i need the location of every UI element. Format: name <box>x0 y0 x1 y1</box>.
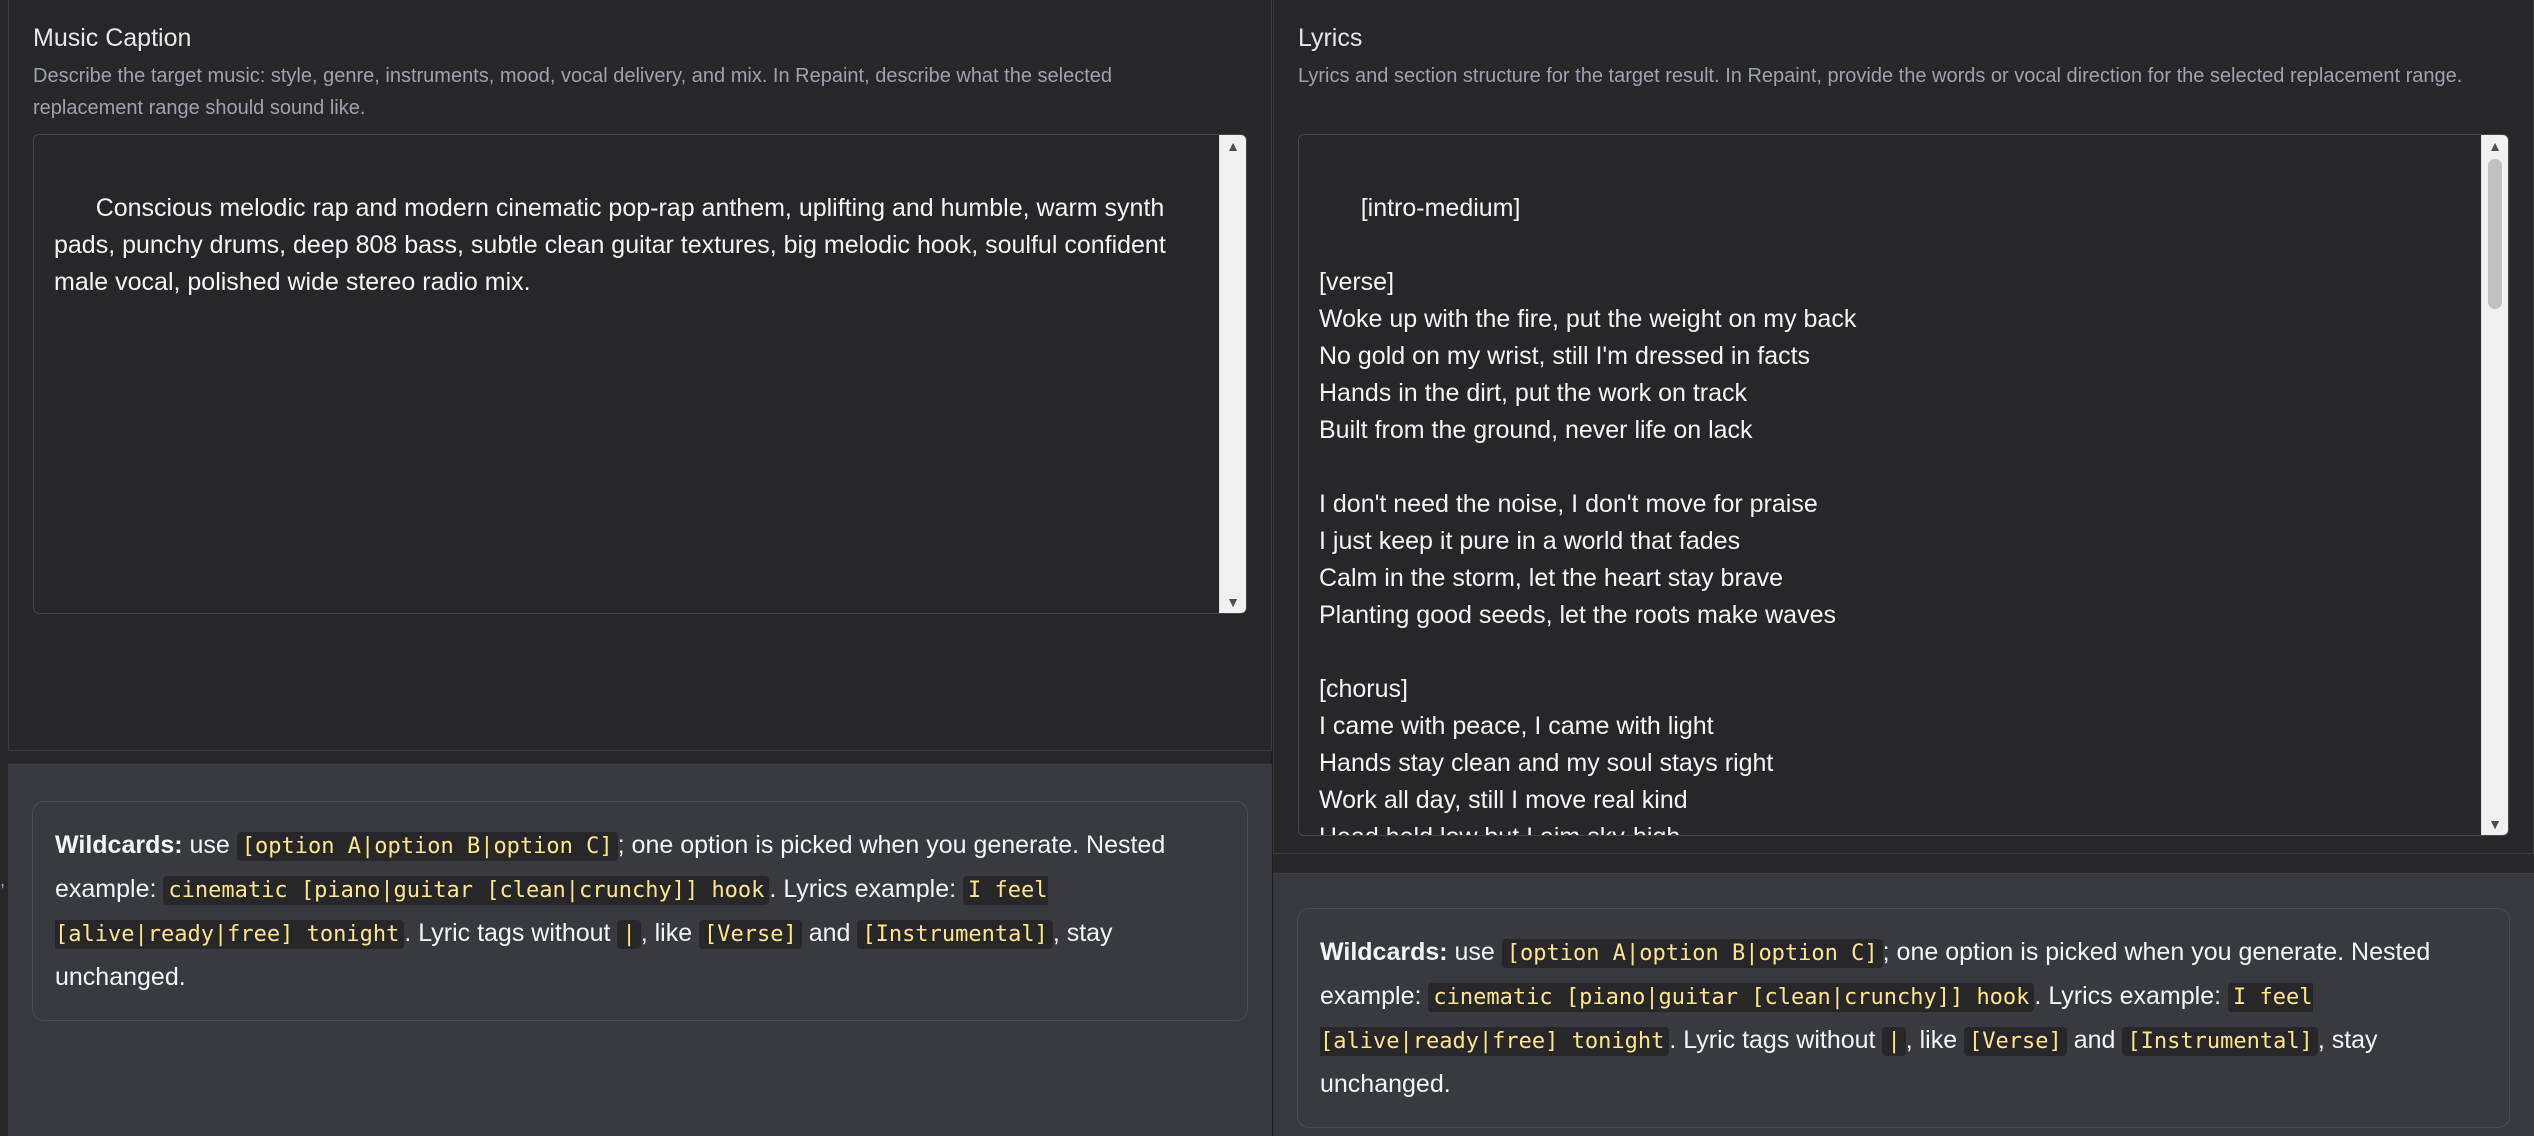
lyrics-panel: Lyrics Lyrics and section structure for … <box>1273 0 2534 854</box>
scroll-up-arrow-icon[interactable]: ▲ <box>1220 135 1246 157</box>
wildcards-code: [Verse] <box>699 920 802 949</box>
wildcards-text: . Lyric tags without <box>1669 1026 1883 1054</box>
lyrics-info: Lyrics and section structure for the tar… <box>1298 65 2463 87</box>
caption-text: Conscious melodic rap and modern cinemat… <box>54 194 1173 296</box>
caption-textarea[interactable]: Conscious melodic rap and modern cinemat… <box>33 134 1247 614</box>
scroll-up-arrow-icon[interactable]: ▲ <box>2482 135 2508 157</box>
lyrics-label: Lyrics <box>1298 24 1363 52</box>
wildcards-code: [option A|option B|option C] <box>1501 939 1883 968</box>
lyrics-text: [intro-medium] [verse] Woke up with the … <box>1319 194 1857 835</box>
wildcards-text: . Lyrics example: <box>769 875 964 903</box>
wildcards-title: Wildcards: <box>55 831 183 859</box>
wildcards-code: [Instrumental] <box>2122 1027 2318 1056</box>
caption-panel: Music Caption Describe the target music:… <box>8 0 1272 751</box>
wildcards-code: cinematic [piano|guitar [clean|crunchy]]… <box>163 876 770 905</box>
wildcards-text: use <box>1447 938 1502 966</box>
scrollbar-thumb[interactable] <box>2488 159 2502 309</box>
wildcards-code: [Instrumental] <box>857 920 1053 949</box>
wildcards-help-lyrics: Wildcards: use [option A|option B|option… <box>1297 908 2510 1128</box>
wildcards-title: Wildcards: <box>1320 938 1448 966</box>
wildcards-text: , like <box>1905 1026 1965 1054</box>
wildcards-text: . Lyrics example: <box>2034 982 2229 1010</box>
caption-scrollbar[interactable]: ▲ ▼ <box>1219 135 1246 613</box>
wildcards-code: [Verse] <box>1964 1027 2067 1056</box>
scroll-down-arrow-icon[interactable]: ▼ <box>1220 591 1246 613</box>
caption-wildcards-panel: Wildcards: use [option A|option B|option… <box>8 764 1272 1136</box>
caption-label: Music Caption <box>33 24 192 52</box>
caption-column: Music Caption Describe the target music:… <box>0 0 1272 1136</box>
wildcards-help-caption: Wildcards: use [option A|option B|option… <box>32 801 1248 1021</box>
lyrics-column: Lyrics Lyrics and section structure for … <box>1273 0 2534 1136</box>
wildcards-text: , like <box>640 919 700 947</box>
wildcards-text: and <box>2066 1026 2123 1054</box>
scroll-down-arrow-icon[interactable]: ▼ <box>2482 813 2508 835</box>
wildcards-text: and <box>801 919 858 947</box>
wildcards-code: cinematic [piano|guitar [clean|crunchy]]… <box>1428 983 2035 1012</box>
wildcards-code: [option A|option B|option C] <box>236 832 618 861</box>
lyrics-textarea[interactable]: [intro-medium] [verse] Woke up with the … <box>1298 134 2509 836</box>
wildcards-code: | <box>617 920 641 949</box>
lyrics-wildcards-panel: Wildcards: use [option A|option B|option… <box>1273 873 2534 1136</box>
wildcards-code: | <box>1882 1027 1906 1056</box>
wildcards-text: . Lyric tags without <box>404 919 618 947</box>
caption-info: Describe the target music: style, genre,… <box>33 65 1113 119</box>
lyrics-scrollbar[interactable]: ▲ ▼ <box>2481 135 2508 835</box>
wildcards-text: use <box>182 831 237 859</box>
